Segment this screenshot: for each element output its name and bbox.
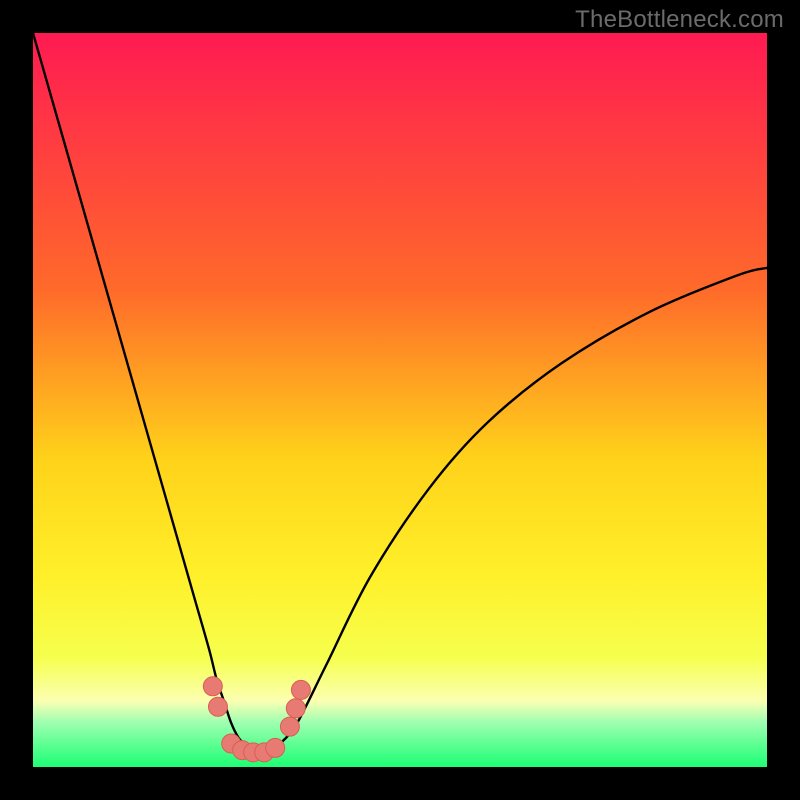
curve-marker	[286, 699, 305, 718]
plot-area	[33, 33, 767, 767]
gradient-bg	[33, 33, 767, 767]
curve-marker	[280, 717, 299, 736]
chart-frame: TheBottleneck.com	[0, 0, 800, 800]
watermark-text: TheBottleneck.com	[575, 6, 784, 34]
curve-marker	[208, 697, 227, 716]
curve-marker	[203, 677, 222, 696]
bottleneck-chart	[33, 33, 767, 767]
curve-marker	[266, 738, 285, 757]
curve-marker	[291, 680, 310, 699]
